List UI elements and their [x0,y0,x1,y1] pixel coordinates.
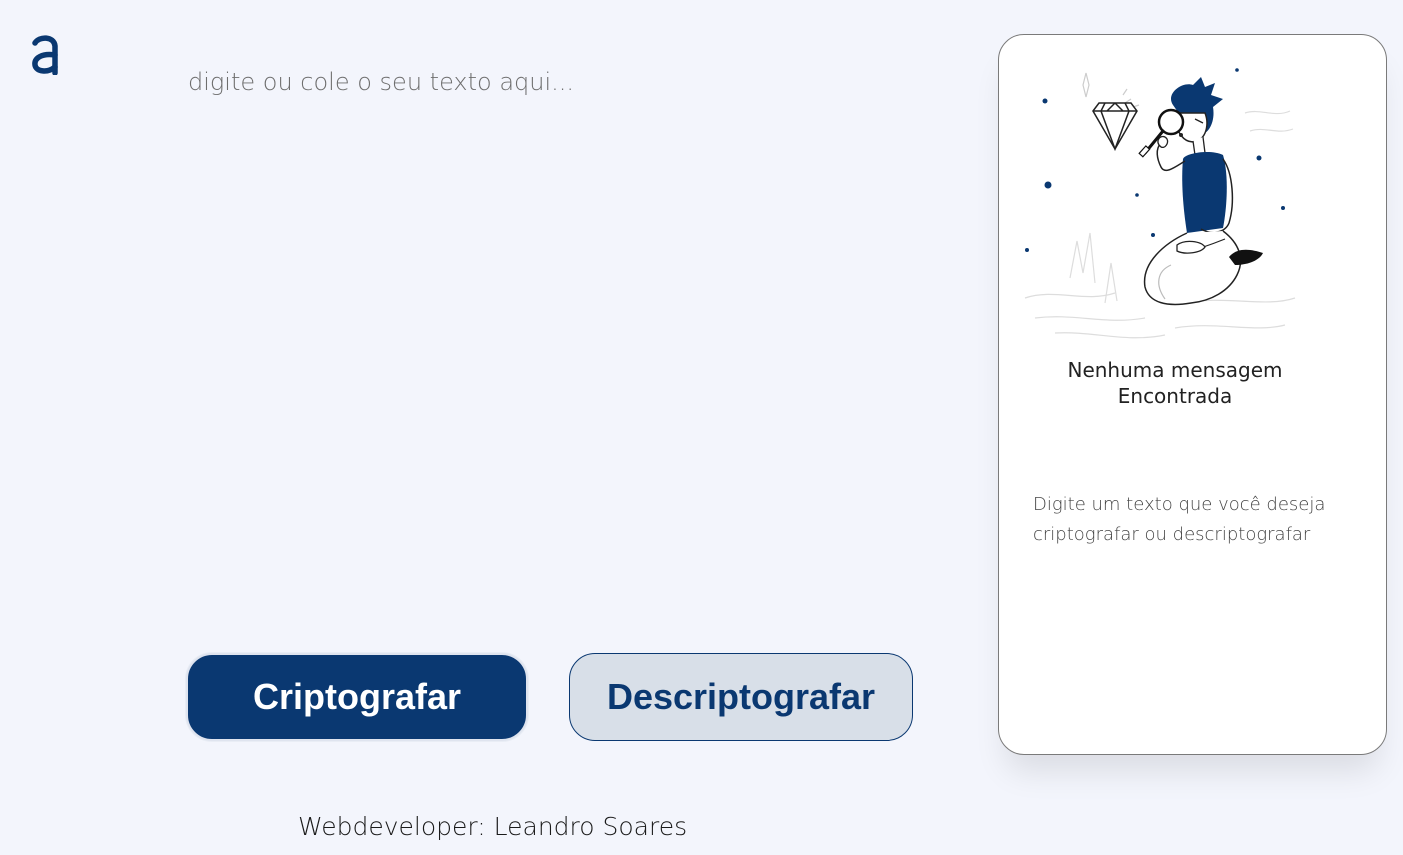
encrypt-button-label: Criptografar [252,676,462,717]
decrypt-button-label: Descriptografar [606,676,876,717]
footer-credit: Webdeveloper: Leandro Soares [298,812,688,841]
output-panel: Nenhuma mensagem Encontrada Digite um te… [998,34,1387,755]
app-page: Criptografar Descriptografar Webdevelope… [0,0,1403,855]
encrypt-button[interactable]: Criptografar [186,653,528,741]
empty-state-message-line1: Digite um texto que você deseja [1033,494,1326,515]
empty-state-message-line2: criptografar ou descriptografar [1033,524,1311,545]
alura-logo-icon[interactable] [30,33,60,76]
text-input[interactable] [188,60,948,620]
empty-state-message: Digite um texto que você deseja criptogr… [1033,490,1363,550]
empty-state-title-line1: Nenhuma mensagem [1067,358,1283,382]
person-searching-magnifier-illustration [1015,63,1305,363]
empty-state-title: Nenhuma mensagem Encontrada [999,357,1351,409]
decrypt-button[interactable]: Descriptografar [569,653,913,741]
empty-state-title-line2: Encontrada [1117,384,1233,408]
